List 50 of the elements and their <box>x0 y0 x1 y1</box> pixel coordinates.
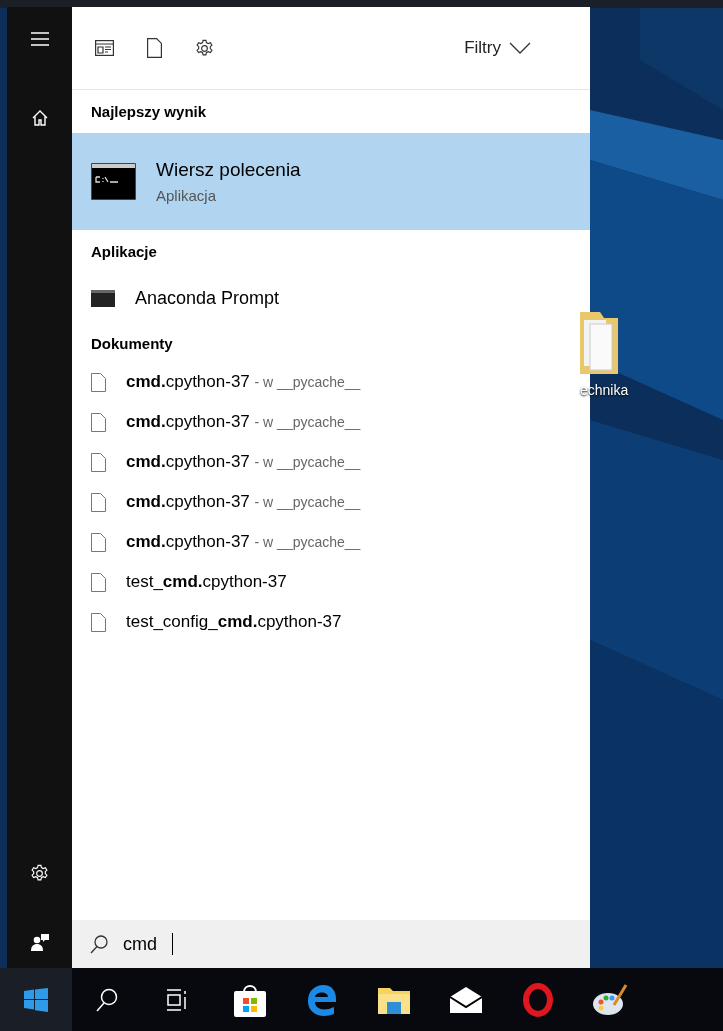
store-icon[interactable] <box>233 982 267 1017</box>
document-location: - w __pycache__ <box>254 534 361 550</box>
document-location: - w __pycache__ <box>254 454 361 470</box>
document-icon <box>91 612 106 632</box>
section-heading: Najlepszy wynik <box>90 102 208 122</box>
document-name[interactable]: cmd.cpython-37 <box>126 372 250 391</box>
opera-icon[interactable] <box>523 982 553 1017</box>
document-icon <box>91 452 106 472</box>
filters-dropdown[interactable]: Filtry <box>458 37 570 59</box>
document-location: - w __pycache__ <box>254 494 361 510</box>
browser-icon[interactable] <box>306 983 338 1016</box>
home-icon[interactable] <box>30 109 49 127</box>
start-button[interactable] <box>0 968 72 1031</box>
result-title: Wiersz polecenia <box>156 159 301 181</box>
folder-icon[interactable] <box>580 312 618 374</box>
document-name[interactable]: cmd.cpython-37 <box>126 412 250 431</box>
chevron-down-icon <box>509 42 531 54</box>
search-text: cmd <box>123 933 157 955</box>
settings-filter-icon[interactable] <box>195 38 214 58</box>
document-name[interactable]: cmd.cpython-37 <box>126 532 250 551</box>
document-location: - w __pycache__ <box>254 414 361 430</box>
folder-icon[interactable] <box>378 985 410 1014</box>
document-icon <box>91 572 106 592</box>
windows-icon <box>24 987 48 1012</box>
document-icon <box>91 372 106 392</box>
document-icon <box>91 492 106 512</box>
apps-filter-icon[interactable] <box>95 40 114 56</box>
section-heading: Aplikacje <box>90 241 158 262</box>
section-heading: Dokumenty <box>90 333 174 354</box>
document-icon <box>91 412 106 432</box>
search-field[interactable]: cmd <box>72 920 590 968</box>
document-filter-icon[interactable] <box>147 38 162 58</box>
search-icon <box>90 934 108 954</box>
document-location: - w __pycache__ <box>254 374 361 390</box>
terminal-icon <box>91 289 115 307</box>
best-match-item[interactable]: Wiersz polecenia Aplikacja <box>72 133 590 230</box>
document-name[interactable]: test_config_cmd.cpython-37 <box>126 612 342 631</box>
document-name[interactable]: cmd.cpython-37 <box>126 492 250 511</box>
result-type: Aplikacja <box>156 187 218 204</box>
settings-icon[interactable] <box>30 864 49 883</box>
user-feedback-icon[interactable] <box>29 932 50 952</box>
document-name[interactable]: cmd.cpython-37 <box>126 452 250 471</box>
document-icon <box>91 532 106 552</box>
terminal-icon <box>91 163 136 200</box>
document-name[interactable]: test_cmd.cpython-37 <box>126 572 287 591</box>
menu-icon[interactable] <box>30 32 49 46</box>
app-result[interactable]: Anaconda Prompt <box>72 272 590 324</box>
mail-icon[interactable] <box>449 985 483 1014</box>
paint-palette-icon[interactable] <box>592 982 628 1017</box>
search-icon <box>96 987 118 1012</box>
